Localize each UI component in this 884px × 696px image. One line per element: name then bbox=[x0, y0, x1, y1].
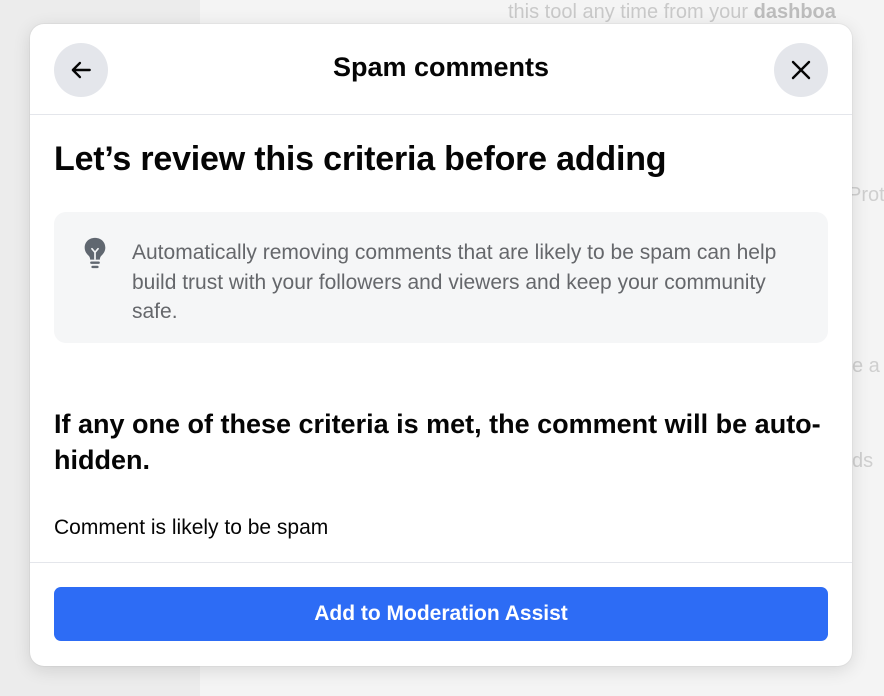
review-heading: Let’s review this criteria before adding bbox=[54, 140, 667, 178]
criteria-item: Comment is likely to be spam bbox=[54, 516, 329, 539]
dialog-footer: Add to Moderation Assist bbox=[30, 562, 852, 666]
close-icon bbox=[791, 60, 811, 80]
dialog-title: Spam comments bbox=[332, 52, 550, 82]
lightbulb-icon bbox=[84, 237, 106, 269]
background-fragment: e a bbox=[852, 355, 880, 377]
info-box: Automatically removing comments that are… bbox=[54, 212, 828, 343]
dialog-header: Spam comments bbox=[30, 24, 852, 115]
add-to-moderation-assist-button[interactable]: Add to Moderation Assist bbox=[54, 587, 828, 641]
criteria-heading: If any one of these criteria is met, the… bbox=[54, 409, 821, 475]
background-fragment: Prot bbox=[848, 184, 884, 206]
background-text: this tool any time from your dashboa bbox=[508, 1, 836, 23]
background-fragment: ds bbox=[852, 450, 874, 472]
close-button[interactable] bbox=[774, 43, 828, 97]
spam-comments-dialog: Spam comments Let’s review this criteria… bbox=[30, 24, 852, 666]
info-text: Automatically removing comments that are… bbox=[132, 241, 777, 323]
